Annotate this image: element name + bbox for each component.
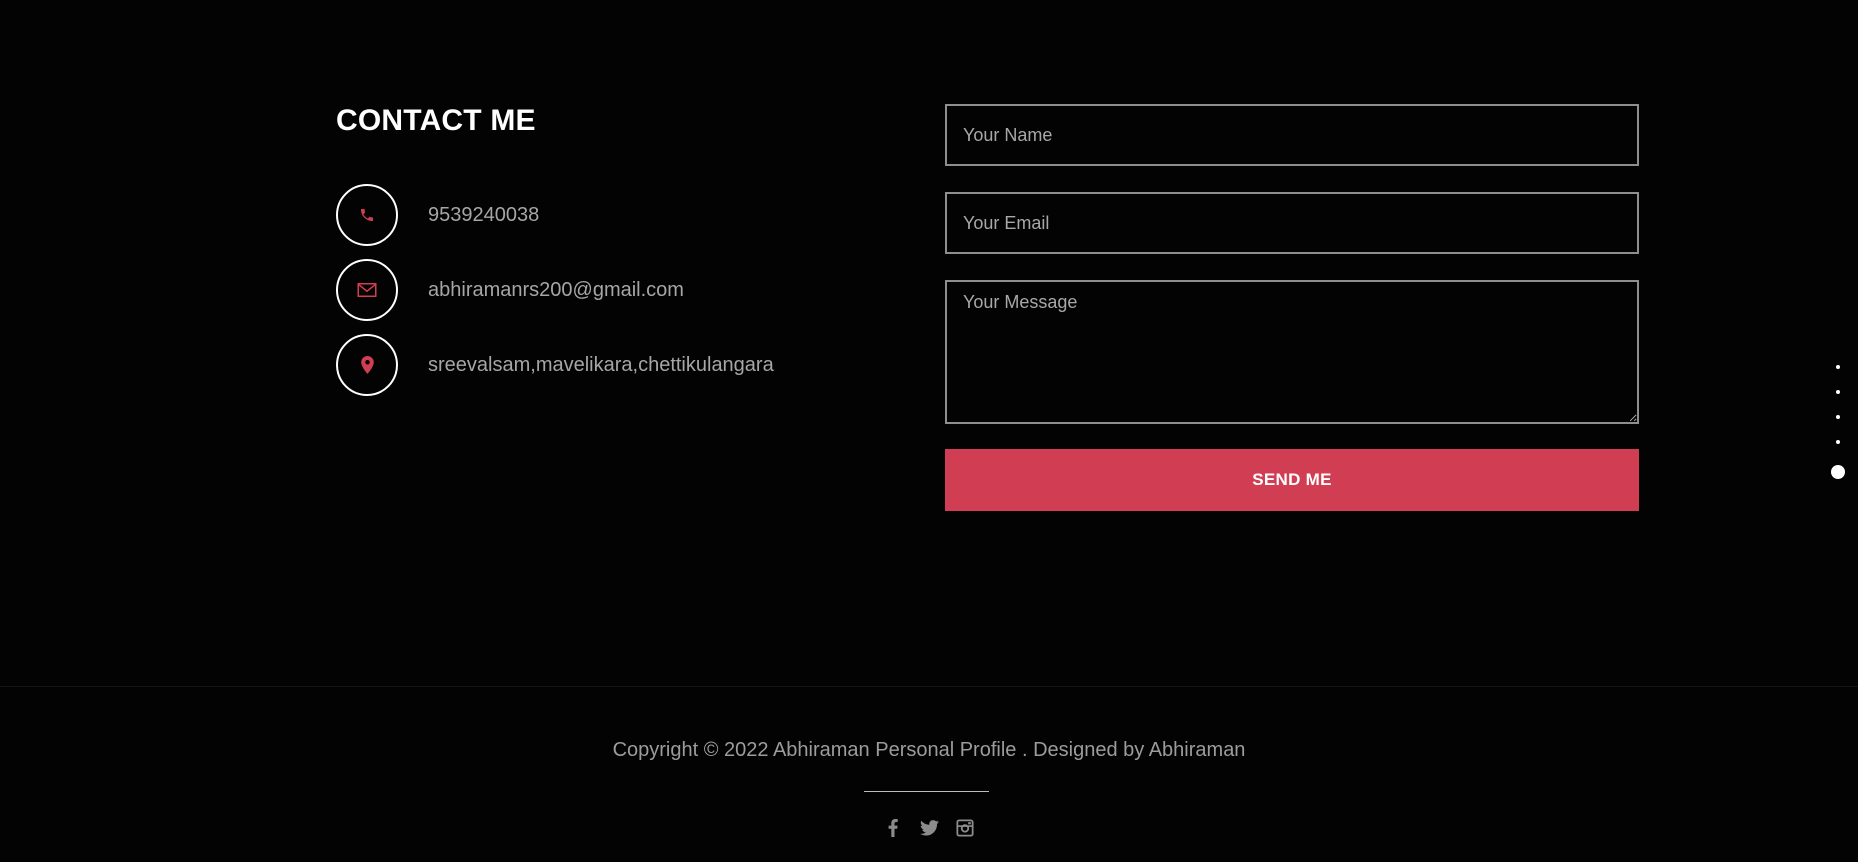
envelope-icon-circle (336, 259, 398, 321)
map-marker-icon (360, 356, 374, 374)
contact-form: SEND ME (945, 104, 1639, 511)
message-textarea[interactable] (945, 280, 1639, 424)
copyright-text: Copyright © 2022 Abhiraman Personal Prof… (612, 739, 1246, 761)
map-marker-icon-circle (336, 334, 398, 396)
contact-address: sreevalsam,mavelikara,chettikulangara (336, 334, 774, 396)
contact-title: CONTACT ME (336, 104, 536, 137)
footer-divider (864, 791, 989, 792)
phone-icon-circle (336, 184, 398, 246)
twitter-link[interactable] (918, 817, 940, 839)
contact-section: CONTACT ME 9539240038 abhiramanrs200@gma… (0, 0, 1858, 686)
contact-phone-text: 9539240038 (428, 203, 540, 226)
contact-email: abhiramanrs200@gmail.com (336, 259, 684, 321)
section-dot-1[interactable] (1836, 365, 1840, 369)
contact-address-text: sreevalsam,mavelikara,chettikulangara (428, 353, 774, 376)
footer: Copyright © 2022 Abhiraman Personal Prof… (0, 686, 1858, 862)
instagram-link[interactable] (954, 817, 976, 839)
envelope-icon (357, 283, 377, 297)
social-links (0, 817, 1858, 839)
facebook-icon (888, 819, 898, 837)
name-input[interactable] (945, 104, 1639, 166)
contact-phone: 9539240038 (336, 184, 539, 246)
phone-icon (361, 209, 373, 221)
section-dot-2[interactable] (1836, 390, 1840, 394)
page: CONTACT ME 9539240038 abhiramanrs200@gma… (0, 0, 1858, 862)
contact-email-text: abhiramanrs200@gmail.com (428, 278, 684, 301)
send-button[interactable]: SEND ME (945, 449, 1639, 511)
email-input[interactable] (945, 192, 1639, 254)
instagram-icon (956, 819, 974, 837)
section-dot-3[interactable] (1836, 415, 1840, 419)
section-dot-4[interactable] (1836, 440, 1840, 444)
twitter-icon (919, 820, 939, 836)
section-dot-5-active[interactable] (1831, 465, 1845, 479)
facebook-link[interactable] (882, 817, 904, 839)
section-dot-nav (1828, 365, 1848, 479)
